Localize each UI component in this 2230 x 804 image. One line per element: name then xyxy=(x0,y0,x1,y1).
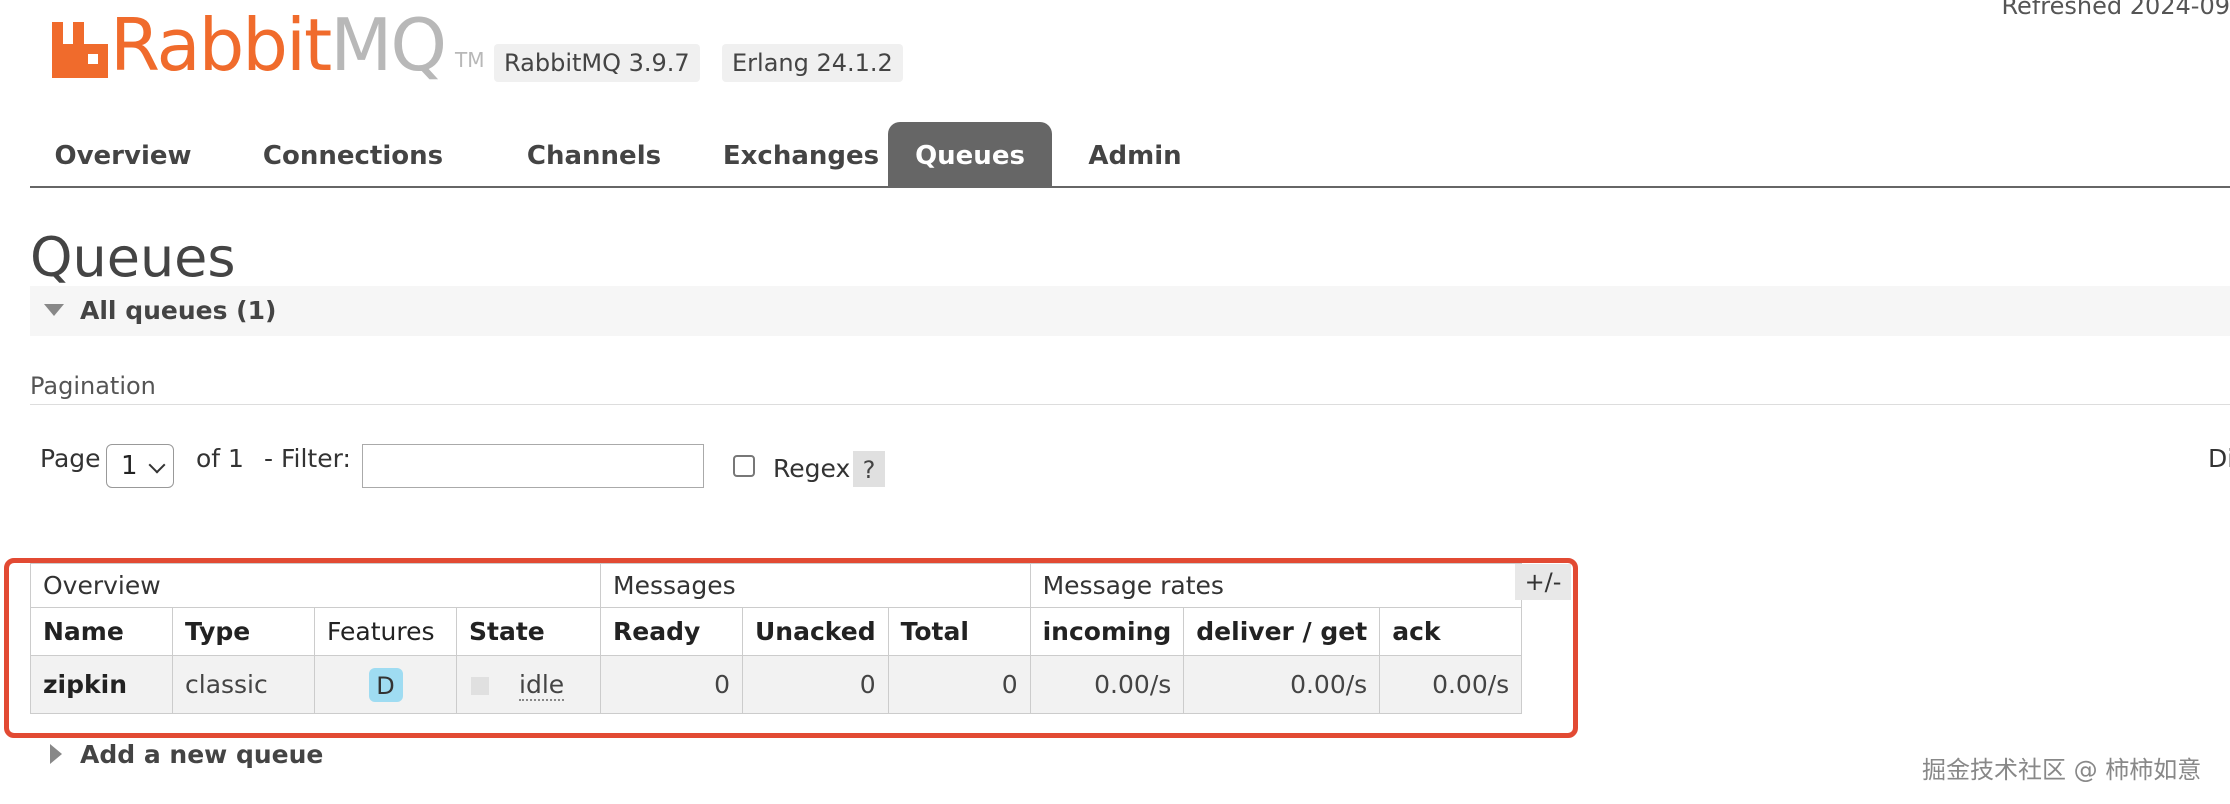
page-select-value: 1 xyxy=(121,451,138,481)
logo-wordmark: RabbitMQ xyxy=(110,3,447,87)
filter-label: - Filter: xyxy=(264,444,351,473)
triangle-down-icon xyxy=(44,304,64,316)
display-label: Di xyxy=(2208,444,2230,473)
page-title: Queues xyxy=(30,226,236,289)
filter-input[interactable] xyxy=(362,444,704,488)
rabbit-logo-icon xyxy=(52,22,108,78)
rabbitmq-logo[interactable]: RabbitMQ TM xyxy=(52,3,485,87)
rabbitmq-management-page: RabbitMQ TM RabbitMQ 3.9.7 Erlang 24.1.2… xyxy=(0,0,2230,804)
tab-connections[interactable]: Connections xyxy=(254,122,452,186)
divider xyxy=(30,404,2230,405)
regex-checkbox[interactable] xyxy=(733,455,755,477)
regex-help-button[interactable]: ? xyxy=(853,451,885,487)
page-select[interactable]: 1 xyxy=(106,444,174,488)
logo-trademark: TM xyxy=(455,48,485,72)
tab-overview[interactable]: Overview xyxy=(30,122,216,186)
erlang-version-badge: Erlang 24.1.2 xyxy=(722,44,903,82)
add-queue-label: Add a new queue xyxy=(80,740,324,769)
main-nav-tabs: Overview Connections Channels Exchanges … xyxy=(30,122,2230,188)
all-queues-label: All queues (1) xyxy=(80,296,277,325)
refreshed-timestamp[interactable]: Refreshed 2024-09 xyxy=(2001,0,2230,20)
tab-queues[interactable]: Queues xyxy=(888,122,1052,186)
regex-label: Regex xyxy=(773,454,851,483)
tab-admin[interactable]: Admin xyxy=(1070,122,1200,186)
page-count-label: of 1 xyxy=(196,444,244,473)
pagination-heading: Pagination xyxy=(30,372,156,400)
page-label: Page xyxy=(40,444,101,473)
watermark: 掘金技术社区 @ 柿柿如意 xyxy=(1922,756,2202,784)
all-queues-section-toggle[interactable]: All queues (1) xyxy=(30,286,2230,336)
tab-channels[interactable]: Channels xyxy=(492,122,696,186)
triangle-right-icon xyxy=(50,744,62,764)
tab-exchanges[interactable]: Exchanges xyxy=(696,122,906,186)
rabbitmq-version-badge: RabbitMQ 3.9.7 xyxy=(494,44,700,82)
highlight-annotation-frame xyxy=(4,558,1578,738)
chevron-down-icon xyxy=(148,456,166,474)
